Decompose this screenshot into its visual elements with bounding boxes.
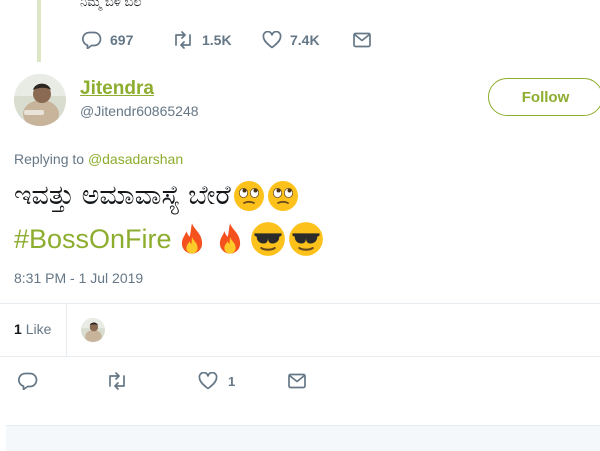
quoted-retweet-button[interactable]: 1.5K <box>172 31 232 49</box>
dm-icon <box>353 32 371 48</box>
like-button[interactable]: 1 <box>198 372 235 390</box>
quoted-tweet-text: ನಿಮ್ಮ ಬಳಿ ಬಲ <box>80 0 142 9</box>
quoted-reply-button[interactable]: 697 <box>82 31 133 49</box>
likes-label: Like <box>25 321 52 337</box>
quoted-retweet-count: 1.5K <box>202 32 232 48</box>
author-name[interactable]: Jitendra <box>80 78 154 100</box>
quoted-dm-button[interactable] <box>352 31 372 49</box>
follow-button[interactable]: Follow <box>488 78 600 116</box>
dm-icon <box>288 373 306 389</box>
heart-icon <box>262 31 282 49</box>
retweet-icon <box>109 372 125 390</box>
replying-prefix: Replying to <box>14 151 85 167</box>
tweet-text-line: ಇವತ್ತು ಅಮಾವಾಸ್ಯೆ ಬೇರೆ <box>14 180 299 212</box>
likes-count: 1 <box>14 321 22 337</box>
sunglasses-emoji-icon <box>250 222 285 256</box>
tweet-text: ಇವತ್ತು ಅಮಾವಾಸ್ಯೆ ಬೇರೆ <box>14 180 231 210</box>
like-count: 1 <box>228 373 236 389</box>
retweet-icon <box>175 31 191 49</box>
sunglasses-emoji-icon <box>288 222 323 256</box>
author-handle[interactable]: @Jitendr60865248 <box>80 103 199 119</box>
liker-avatar[interactable] <box>81 318 105 342</box>
quoted-like-button[interactable]: 7.4K <box>262 31 320 49</box>
divider <box>0 356 600 357</box>
fire-emoji-icon <box>181 223 202 254</box>
reply-composer-area <box>6 425 600 451</box>
tweet-hashtag-line: #BossOnFire <box>14 221 324 257</box>
reply-icon <box>18 372 38 390</box>
divider <box>66 304 67 356</box>
heart-icon <box>198 372 218 390</box>
rolling-eyes-emoji-icon <box>267 181 298 211</box>
avatar[interactable] <box>14 74 66 126</box>
quote-bar <box>37 0 41 62</box>
tweet-timestamp[interactable]: 8:31 PM - 1 Jul 2019 <box>14 270 143 286</box>
likes-summary[interactable]: 1 Like <box>14 321 51 337</box>
replying-mention-link[interactable]: @dasadarshan <box>88 151 183 167</box>
reply-button[interactable] <box>18 372 38 390</box>
profile-photo-icon <box>81 318 105 342</box>
divider <box>0 303 600 304</box>
quoted-reply-count: 697 <box>110 32 134 48</box>
fire-emoji-icon <box>219 223 240 254</box>
retweet-button[interactable] <box>106 372 128 390</box>
dm-button[interactable] <box>287 372 307 390</box>
rolling-eyes-emoji-icon <box>233 181 264 211</box>
profile-photo-icon <box>14 74 66 126</box>
hashtag-link[interactable]: #BossOnFire <box>14 224 172 255</box>
reply-icon <box>82 31 102 49</box>
quoted-like-count: 7.4K <box>290 32 320 48</box>
replying-to: Replying to @dasadarshan <box>14 151 183 167</box>
